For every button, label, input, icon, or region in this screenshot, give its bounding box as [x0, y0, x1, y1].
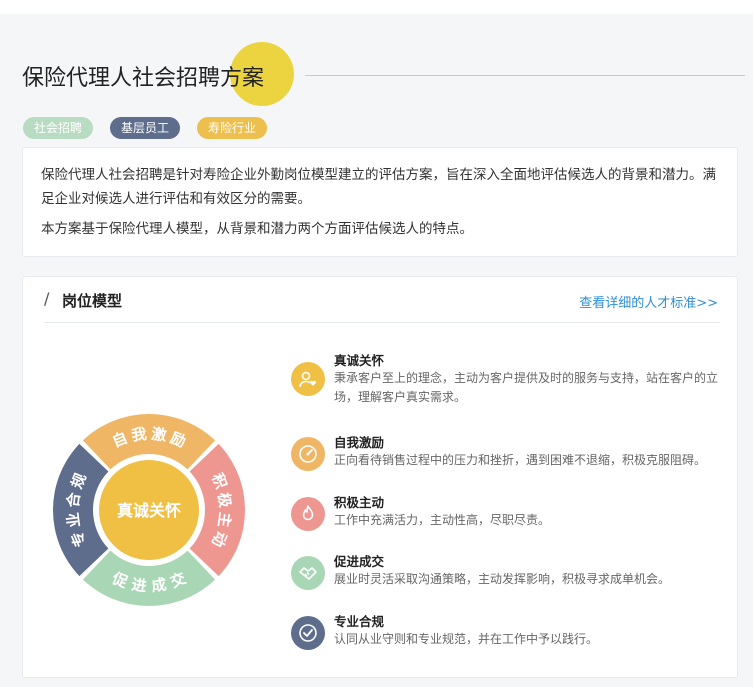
title-divider [305, 75, 745, 76]
ring-label-char: 主 [214, 511, 234, 528]
intro-card: 保险代理人社会招聘是针对寿险企业外勤岗位模型建立的评估方案，旨在深入全面地评估候… [22, 147, 738, 257]
page-header: 保险代理人社会招聘方案 [22, 42, 745, 106]
intro-paragraph-1: 保险代理人社会招聘是针对寿险企业外勤岗位模型建立的评估方案，旨在深入全面地评估候… [41, 167, 716, 207]
ring-label-char: 业 [64, 511, 84, 528]
trait-name: 促进成交 [334, 554, 385, 569]
job-model-header: / 岗位模型 查看详细的人才标准>> [44, 277, 720, 323]
trait-description: 正向看待销售过程中的压力和挫折，遇到困难不退缩，积极克服阻碍。 [334, 453, 707, 467]
trait-description: 展业时灵活采取沟通策略，主动发挥影响，积极寻求成单机会。 [334, 572, 671, 586]
trait-name: 积极主动 [334, 495, 385, 510]
trait-description: 工作中充满活力，主动性高，尽职尽责。 [334, 513, 551, 527]
gauge-icon [291, 437, 325, 471]
trait-name: 专业合规 [334, 614, 385, 629]
trait-description: 认同从业守则和专业规范，并在工作中予以践行。 [334, 632, 599, 646]
job-model-card: / 岗位模型 查看详细的人才标准>> 自我激励积极主动促进成交专业合规 真诚关怀… [22, 276, 738, 678]
tag-list: 社会招聘 基层员工 寿险行业 [23, 117, 284, 139]
competency-wheel: 自我激励积极主动促进成交专业合规 真诚关怀 [53, 414, 245, 606]
slash-icon: / [44, 289, 50, 308]
ring-label-char: 我 [130, 425, 147, 445]
handshake-icon [291, 556, 325, 590]
page-background: 保险代理人社会招聘方案 社会招聘 基层员工 寿险行业 保险代理人社会招聘是针对寿险企… [0, 14, 753, 687]
tag-base-staff: 基层员工 [110, 117, 181, 139]
trait-name: 真诚关怀 [334, 353, 385, 368]
trait-name: 自我激励 [334, 435, 385, 450]
job-model-title: 岗位模型 [62, 292, 123, 310]
trait-description: 秉承客户至上的理念，主动为客户提供及时的服务与支持，站在客户的立场，理解客户真实… [334, 371, 719, 404]
tag-social-recruitment: 社会招聘 [23, 117, 94, 139]
talent-standard-link[interactable]: 查看详细的人才标准>> [579, 292, 718, 311]
check-badge-icon [291, 616, 325, 650]
person-heart-icon [291, 362, 325, 396]
ring-label-char: 成 [150, 575, 167, 595]
flame-icon [291, 497, 325, 531]
tag-life-insurance: 寿险行业 [197, 117, 268, 139]
ring-label-char: 进 [130, 575, 147, 595]
intro-paragraph-2: 本方案基于保险代理人模型，从背景和潜力两个方面评估候选人的特点。 [41, 221, 473, 237]
wheel-center-label: 真诚关怀 [117, 501, 181, 520]
page-title: 保险代理人社会招聘方案 [22, 66, 265, 91]
